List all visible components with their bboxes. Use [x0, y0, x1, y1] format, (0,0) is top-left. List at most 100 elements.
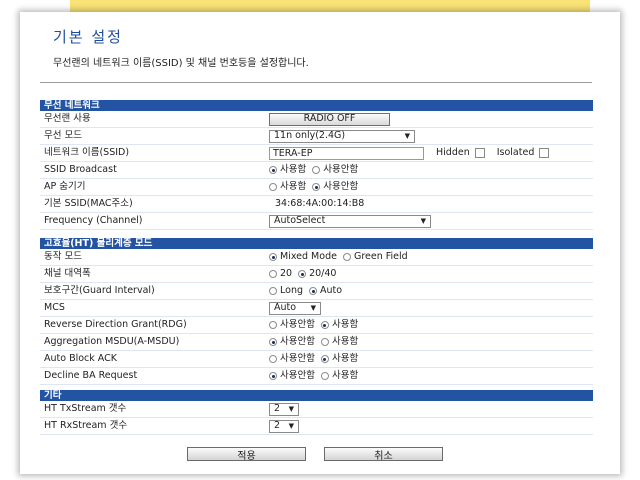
radio-selected-icon — [269, 253, 277, 261]
radio-selected-icon — [320, 321, 329, 329]
radio-selected-icon — [312, 183, 321, 191]
row-rx-stream: HT RxStream 갯수 2 ▼ — [40, 418, 593, 435]
tx-stream-label: HT TxStream 갯수 — [44, 403, 127, 414]
page-description: 무선랜의 네트워크 이름(SSID) 및 채널 번호등을 설정합니다. — [53, 58, 309, 69]
row-ssid-broadcast: SSID Broadcast 사용함 사용안함 — [40, 162, 593, 179]
settings-page: 기본 설정 무선랜의 네트워크 이름(SSID) 및 채널 번호등을 설정합니다… — [20, 12, 620, 474]
row-bandwidth: 채널 대역폭 20 20/40 — [40, 266, 593, 283]
radio-empty-icon — [312, 166, 321, 174]
radio-selected-icon — [269, 338, 277, 346]
section-ht: 고효율(HT) 물리계층 모드 동작 모드 Mixed Mode Green F… — [40, 238, 593, 385]
amsdu-on-option[interactable]: 사용함 — [320, 334, 358, 350]
radio-off-button[interactable]: RADIO OFF — [269, 112, 390, 126]
row-ap-hide: AP 숨기기 사용함 사용안함 — [40, 179, 593, 196]
row-rdg: Reverse Direction Grant(RDG) 사용안함 사용함 — [40, 317, 593, 334]
section-header-wireless: 무선 네트워크 — [40, 100, 593, 111]
section-header-ht: 고효율(HT) 물리계층 모드 — [40, 238, 593, 249]
radio-empty-icon — [269, 183, 277, 191]
rdg-off-option[interactable]: 사용안함 — [269, 317, 315, 333]
gi-long-option[interactable]: Long — [269, 283, 303, 299]
radio-selected-icon — [298, 270, 307, 278]
row-mcs: MCS Auto ▼ — [40, 300, 593, 317]
radio-empty-icon — [269, 321, 277, 329]
decline-ba-label: Decline BA Request — [44, 370, 138, 381]
apply-button[interactable]: 적용 — [187, 447, 306, 462]
wireless-mode-label: 무선 모드 — [44, 130, 82, 141]
dba-off-option[interactable]: 사용안함 — [269, 368, 315, 384]
radio-selected-icon — [309, 287, 317, 295]
bw-2040-option[interactable]: 20/40 — [298, 266, 336, 282]
row-wireless-mode: 무선 모드 11n only(2.4G) ▼ — [40, 128, 593, 145]
amsdu-label: Aggregation MSDU(A-MSDU) — [44, 336, 180, 347]
row-radio: 무선랜 사용 RADIO OFF — [40, 111, 593, 128]
hidden-label: Hidden — [436, 147, 470, 158]
aba-off-option[interactable]: 사용안함 — [269, 351, 315, 367]
dba-on-option[interactable]: 사용함 — [320, 368, 358, 384]
radio-selected-icon — [269, 372, 277, 380]
row-guard-interval: 보호구간(Guard Interval) Long Auto — [40, 283, 593, 300]
mixed-mode-option[interactable]: Mixed Mode — [269, 249, 337, 265]
rdg-on-option[interactable]: 사용함 — [320, 317, 358, 333]
aba-on-option[interactable]: 사용함 — [320, 351, 358, 367]
dropdown-arrow-icon: ▼ — [404, 132, 410, 140]
wireless-mode-value: 11n only(2.4G) — [274, 130, 346, 141]
channel-select[interactable]: AutoSelect ▼ — [269, 214, 431, 228]
ssid-input[interactable]: TERA-EP — [269, 146, 424, 160]
bssid-label: 기본 SSID(MAC주소) — [44, 198, 133, 209]
mcs-value: Auto — [274, 302, 297, 313]
radio-empty-icon — [320, 338, 329, 346]
gi-auto-option[interactable]: Auto — [309, 283, 342, 299]
row-tx-stream: HT TxStream 갯수 2 ▼ — [40, 401, 593, 418]
bssid-value: 34:68:4A:00:14:B8 — [275, 198, 365, 209]
row-op-mode: 동작 모드 Mixed Mode Green Field — [40, 249, 593, 266]
page-title: 기본 설정 — [53, 28, 123, 46]
broadcast-on-option[interactable]: 사용함 — [269, 162, 306, 178]
radio-empty-icon — [269, 270, 277, 278]
cancel-button[interactable]: 취소 — [324, 447, 443, 462]
section-wireless: 무선 네트워크 무선랜 사용 RADIO OFF 무선 모드 11n only(… — [40, 100, 593, 230]
radio-selected-icon — [269, 166, 277, 174]
bw-20-option[interactable]: 20 — [269, 266, 292, 282]
mcs-label: MCS — [44, 302, 65, 313]
amsdu-off-option[interactable]: 사용안함 — [269, 334, 315, 350]
radio-label: 무선랜 사용 — [44, 113, 91, 124]
bandwidth-label: 채널 대역폭 — [44, 268, 91, 279]
broadcast-off-option[interactable]: 사용안함 — [312, 162, 358, 178]
mcs-select[interactable]: Auto ▼ — [269, 301, 321, 315]
row-channel: Frequency (Channel) AutoSelect ▼ — [40, 213, 593, 230]
wireless-mode-select[interactable]: 11n only(2.4G) ▼ — [269, 129, 415, 143]
op-mode-label: 동작 모드 — [44, 251, 82, 262]
radio-selected-icon — [320, 355, 329, 363]
guard-interval-label: 보호구간(Guard Interval) — [44, 285, 155, 296]
tx-stream-value: 2 — [274, 403, 281, 414]
ap-hide-off-option[interactable]: 사용안함 — [312, 179, 358, 195]
section-header-etc: 기타 — [40, 390, 593, 401]
rx-stream-label: HT RxStream 갯수 — [44, 420, 128, 431]
radio-empty-icon — [342, 253, 351, 261]
radio-empty-icon — [269, 287, 277, 295]
radio-empty-icon — [269, 355, 277, 363]
rdg-label: Reverse Direction Grant(RDG) — [44, 319, 187, 330]
rx-stream-select[interactable]: 2 ▼ — [269, 419, 299, 433]
isolated-label: Isolated — [496, 147, 535, 158]
channel-value: AutoSelect — [274, 215, 326, 226]
dropdown-arrow-icon: ▼ — [420, 217, 426, 225]
row-bssid: 기본 SSID(MAC주소) 34:68:4A:00:14:B8 — [40, 196, 593, 213]
auto-block-ack-label: Auto Block ACK — [44, 353, 117, 364]
channel-label: Frequency (Channel) — [44, 215, 143, 226]
isolated-checkbox[interactable] — [539, 148, 550, 158]
ap-hide-label: AP 숨기기 — [44, 181, 86, 192]
section-etc: 기타 HT TxStream 갯수 2 ▼ HT RxStream 갯수 2 ▼ — [40, 390, 593, 435]
green-field-option[interactable]: Green Field — [342, 249, 408, 265]
row-auto-block-ack: Auto Block ACK 사용안함 사용함 — [40, 351, 593, 368]
row-ssid: 네트워크 이름(SSID) TERA-EP Hidden Isolated — [40, 145, 593, 162]
hidden-checkbox[interactable] — [474, 148, 485, 158]
dropdown-arrow-icon: ▼ — [310, 304, 316, 312]
dropdown-arrow-icon: ▼ — [288, 422, 294, 430]
rx-stream-value: 2 — [274, 420, 281, 431]
radio-empty-icon — [320, 372, 329, 380]
tx-stream-select[interactable]: 2 ▼ — [269, 402, 299, 416]
ap-hide-on-option[interactable]: 사용함 — [269, 179, 306, 195]
row-amsdu: Aggregation MSDU(A-MSDU) 사용안함 사용함 — [40, 334, 593, 351]
divider — [40, 82, 592, 83]
